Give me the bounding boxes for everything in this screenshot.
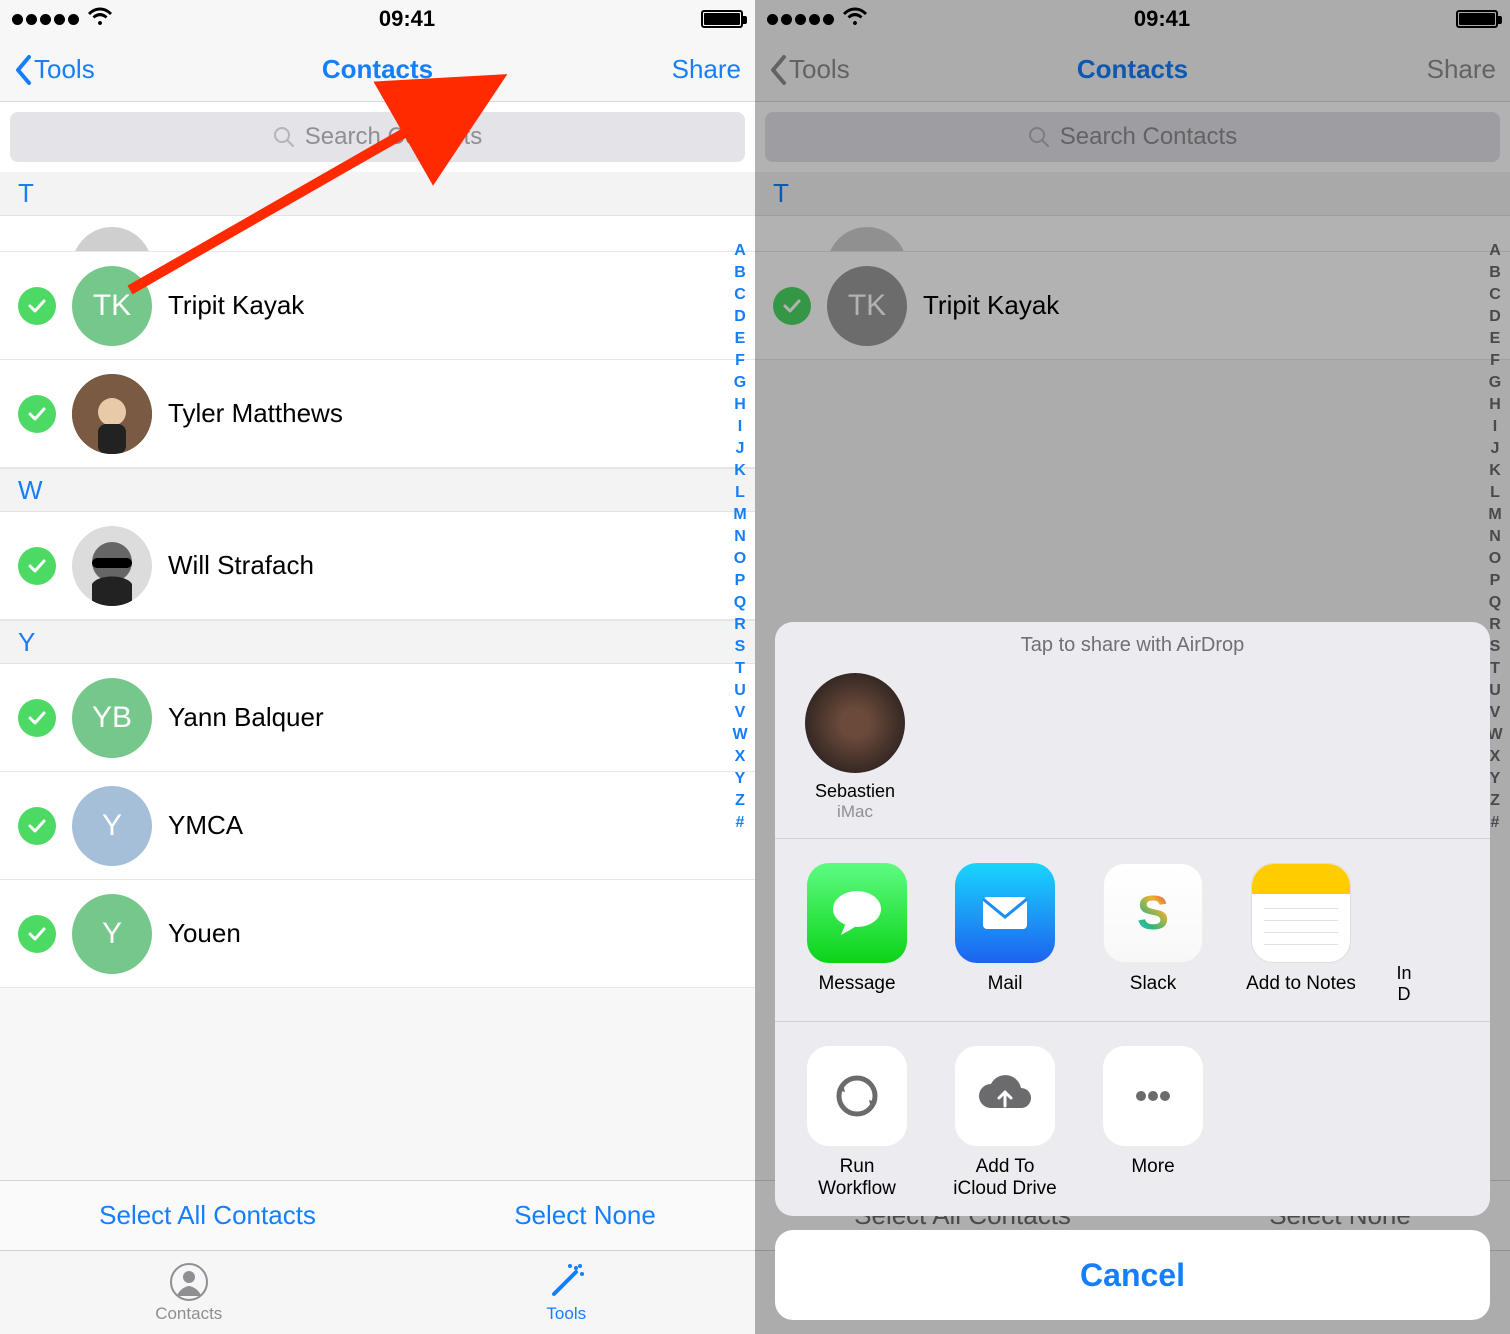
share-app-label: Mail: [945, 973, 1065, 995]
peek-line2: D: [1389, 984, 1419, 1005]
slack-icon: S: [1103, 863, 1203, 963]
check-icon: [18, 699, 56, 737]
contact-row-tk[interactable]: TK Tripit Kayak: [0, 252, 755, 360]
signal-dots-icon: [12, 14, 79, 25]
action-label-top: Run: [797, 1156, 917, 1178]
contact-row-ws[interactable]: Will Strafach: [0, 512, 755, 620]
mail-icon: [955, 863, 1055, 963]
tab-bar: Contacts Tools: [0, 1250, 755, 1334]
search-input[interactable]: Search Contacts: [10, 112, 745, 162]
tab-tools[interactable]: Tools: [378, 1251, 756, 1334]
action-more[interactable]: More: [1093, 1046, 1213, 1200]
tab-label: Tools: [546, 1304, 586, 1324]
contact-name: Tripit Kayak: [168, 290, 304, 321]
search-placeholder-text: Search Contacts: [305, 123, 482, 151]
share-app-notes[interactable]: Add to Notes: [1241, 863, 1361, 1005]
contact-row-youen[interactable]: Y Youen: [0, 880, 755, 988]
index-bar[interactable]: ABCDEFGHIJKLMNOPQRSTUVWXYZ#: [729, 240, 751, 834]
check-icon: [18, 395, 56, 433]
action-icloud-drive[interactable]: Add To iCloud Drive: [945, 1046, 1065, 1200]
contact-row-ymca[interactable]: Y YMCA: [0, 772, 755, 880]
share-app-message[interactable]: Message: [797, 863, 917, 1005]
message-icon: [807, 863, 907, 963]
share-app-label: Add to Notes: [1241, 973, 1361, 995]
status-time: 09:41: [379, 6, 435, 32]
magic-wand-icon: [546, 1262, 586, 1302]
avatar-initials: TK: [72, 266, 152, 346]
section-header-T: T: [0, 172, 755, 216]
contact-name: Yann Balquer: [168, 702, 324, 733]
airdrop-target-name: Sebastien: [795, 781, 915, 802]
contact-row-tm[interactable]: Tyler Matthews: [0, 360, 755, 468]
check-icon: [18, 915, 56, 953]
action-label-top: More: [1093, 1156, 1213, 1178]
select-all-button[interactable]: Select All Contacts: [99, 1200, 316, 1231]
share-app-peek[interactable]: In D: [1389, 863, 1419, 1005]
screen-right: 09:41 Tools Contacts Share Search Contac…: [755, 0, 1510, 1334]
nav-title: Contacts: [0, 54, 755, 85]
tab-contacts[interactable]: Contacts: [0, 1251, 378, 1334]
action-label-top: Add To: [945, 1156, 1065, 1178]
contact-row-yb[interactable]: YB Yann Balquer: [0, 664, 755, 772]
contact-name: Will Strafach: [168, 550, 314, 581]
workflow-icon: [807, 1046, 907, 1146]
notes-icon: [1251, 863, 1351, 963]
check-icon: [18, 807, 56, 845]
section-header-W: W: [0, 468, 755, 512]
avatar-initials: Y: [72, 894, 152, 974]
more-icon: [1103, 1046, 1203, 1146]
avatar-initials: YB: [72, 678, 152, 758]
action-label-bottom: Workflow: [797, 1178, 917, 1200]
select-none-button[interactable]: Select None: [514, 1200, 656, 1231]
select-bar: Select All Contacts Select None: [0, 1180, 755, 1250]
section-header-Y: Y: [0, 620, 755, 664]
wifi-icon: [87, 6, 113, 32]
avatar-initials: Y: [72, 786, 152, 866]
action-label-bottom: iCloud Drive: [945, 1178, 1065, 1200]
share-sheet: Tap to share with AirDrop Sebastien iMac…: [775, 622, 1490, 1320]
status-bar: 09:41: [0, 0, 755, 38]
peek-line1: In: [1389, 963, 1419, 984]
airdrop-target[interactable]: Sebastien iMac: [795, 673, 915, 822]
cancel-button[interactable]: Cancel: [775, 1230, 1490, 1320]
contact-name: Tyler Matthews: [168, 398, 343, 429]
avatar-photo: [72, 526, 152, 606]
contact-name: Youen: [168, 918, 241, 949]
share-app-row: Message Mail S Slack Add to Notes In: [775, 839, 1490, 1021]
contact-name: YMCA: [168, 810, 243, 841]
airdrop-target-device: iMac: [795, 802, 915, 822]
airdrop-title: Tap to share with AirDrop: [775, 622, 1490, 665]
share-app-slack[interactable]: S Slack: [1093, 863, 1213, 1005]
share-app-label: Message: [797, 973, 917, 995]
battery-icon: [701, 10, 743, 28]
contacts-icon: [169, 1262, 209, 1302]
tab-label: Contacts: [155, 1304, 222, 1324]
check-icon: [18, 547, 56, 585]
nav-bar: Tools Contacts Share: [0, 38, 755, 102]
cloud-upload-icon: [955, 1046, 1055, 1146]
share-app-label: Slack: [1093, 973, 1213, 995]
screen-left: 09:41 Tools Contacts Share Search Contac…: [0, 0, 755, 1334]
share-app-mail[interactable]: Mail: [945, 863, 1065, 1005]
airdrop-avatar: [805, 673, 905, 773]
contact-row-partial[interactable]: [0, 216, 755, 252]
avatar-photo: [72, 374, 152, 454]
check-icon: [18, 287, 56, 325]
action-run-workflow[interactable]: Run Workflow: [797, 1046, 917, 1200]
share-action-row: Run Workflow Add To iCloud Drive More: [775, 1022, 1490, 1216]
search-wrap: Search Contacts: [0, 102, 755, 172]
